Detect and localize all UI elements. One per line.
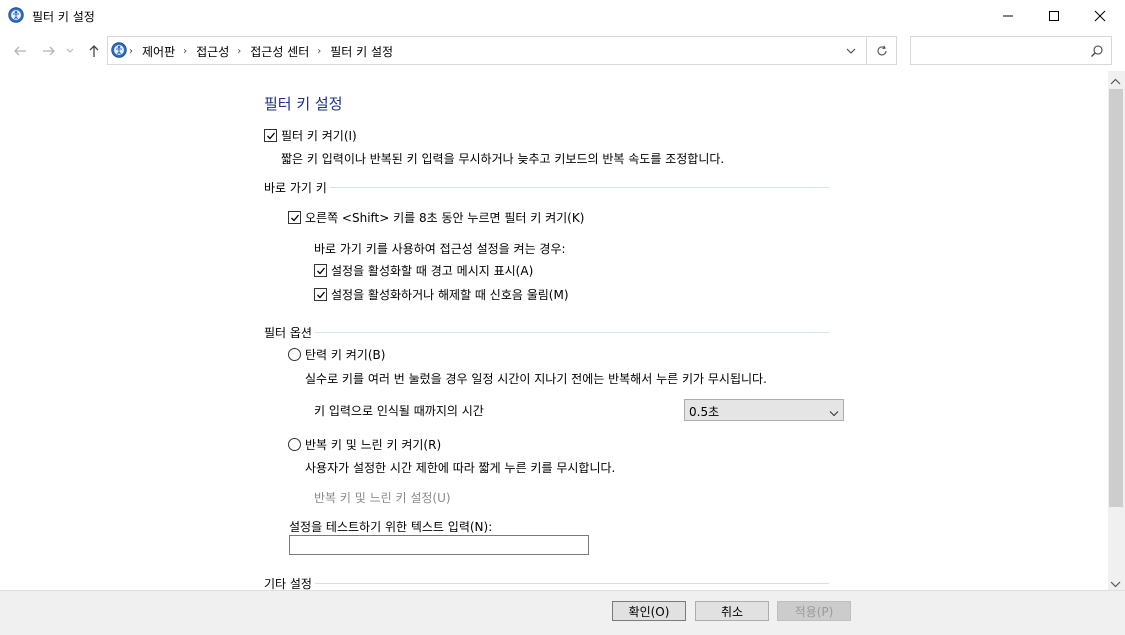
minimize-button[interactable] — [985, 0, 1031, 31]
bounce-keys-label[interactable]: 탄력 키 켜기(B) — [305, 346, 385, 363]
warning-message-label[interactable]: 설정을 활성화할 때 경고 메시지 표시(A) — [331, 262, 533, 279]
group-divider — [264, 187, 829, 188]
scrollbar-thumb[interactable] — [1109, 89, 1123, 507]
page-title: 필터 키 설정 — [264, 95, 343, 113]
accept-time-dropdown[interactable]: 0.5초 — [684, 399, 844, 421]
check-icon — [290, 214, 299, 221]
repeat-keys-description: 사용자가 설정한 시간 제한에 따라 짧게 누른 키를 무시합니다. — [305, 461, 616, 475]
filter-options-heading: 필터 옵션 — [264, 324, 315, 341]
repeat-keys-radio[interactable] — [288, 438, 301, 451]
back-arrow-icon — [14, 46, 26, 56]
maximize-button[interactable] — [1031, 0, 1077, 31]
title-bar — [0, 0, 1125, 31]
bounce-keys-description: 실수로 키를 여러 번 눌렀을 경우 일정 시간이 지나기 전에는 반복해서 누… — [305, 372, 767, 386]
warning-message-checkbox[interactable] — [314, 264, 327, 277]
repeat-keys-label[interactable]: 반복 키 및 느린 키 켜기(R) — [305, 436, 441, 453]
search-input[interactable] — [910, 36, 1112, 65]
scroll-up-icon[interactable] — [1110, 75, 1121, 89]
minimize-icon — [1003, 15, 1013, 16]
address-history-button[interactable] — [839, 36, 863, 65]
breadcrumb-item[interactable]: 필터 키 설정 — [330, 43, 393, 60]
breadcrumb-separator-icon[interactable]: › — [237, 46, 241, 57]
breadcrumb: › 제어판 › 접근성 › 접근성 센터 › 필터 키 설정 — [129, 43, 393, 60]
breadcrumb-separator-icon[interactable]: › — [317, 46, 321, 57]
cancel-button[interactable]: 취소 — [695, 601, 769, 621]
accept-time-value: 0.5초 — [689, 405, 720, 419]
shortcut-subheading: 바로 가기 키를 사용하여 접근성 설정을 켜는 경우: — [314, 242, 566, 256]
breadcrumb-separator-icon[interactable]: › — [129, 46, 133, 57]
refresh-icon — [877, 45, 887, 55]
search-icon[interactable] — [1090, 44, 1104, 58]
accept-time-label: 키 입력으로 인식될 때까지의 시간 — [314, 404, 484, 418]
breadcrumb-separator-icon[interactable]: › — [183, 46, 187, 57]
shift-shortcut-checkbox[interactable] — [288, 211, 301, 224]
close-button[interactable] — [1077, 0, 1123, 31]
close-icon — [1094, 10, 1106, 21]
repeat-keys-settings-link[interactable]: 반복 키 및 느린 키 설정(U) — [314, 489, 451, 506]
filter-keys-description: 짧은 키 입력이나 반복된 키 입력을 무시하거나 늦추고 키보드의 반복 속도… — [281, 152, 725, 166]
scroll-down-icon[interactable] — [1110, 577, 1121, 591]
forward-button[interactable] — [39, 41, 59, 61]
recent-locations-button[interactable] — [63, 41, 77, 61]
apply-button[interactable]: 적용(P) — [777, 601, 851, 621]
button-bar — [0, 590, 1125, 635]
chevron-down-icon — [66, 48, 74, 53]
breadcrumb-item[interactable]: 제어판 — [142, 43, 175, 60]
window-title: 필터 키 설정 — [32, 10, 95, 24]
sound-label[interactable]: 설정을 활성화하거나 해제할 때 신호음 울림(M) — [331, 286, 569, 303]
check-icon — [316, 267, 325, 274]
check-icon — [266, 132, 275, 139]
group-divider — [264, 583, 829, 584]
filter-keys-checkbox[interactable] — [264, 129, 277, 142]
control-panel-icon — [111, 42, 127, 58]
sound-checkbox[interactable] — [314, 288, 327, 301]
shortcut-group-heading: 바로 가기 키 — [264, 179, 330, 196]
bounce-keys-radio[interactable] — [288, 348, 301, 361]
breadcrumb-item[interactable]: 접근성 — [196, 43, 229, 60]
filter-keys-label[interactable]: 필터 키 켜기(I) — [281, 127, 357, 144]
test-text-input[interactable] — [289, 535, 589, 555]
maximize-icon — [1049, 10, 1059, 21]
ok-button[interactable]: 확인(O) — [612, 601, 686, 621]
up-arrow-icon — [89, 45, 99, 57]
refresh-button[interactable] — [866, 36, 897, 65]
forward-arrow-icon — [43, 46, 55, 56]
back-button[interactable] — [10, 41, 30, 61]
chevron-down-icon — [846, 48, 856, 54]
chevron-down-icon — [829, 406, 839, 420]
shift-shortcut-label[interactable]: 오른쪽 <Shift> 키를 8초 동안 누르면 필터 키 켜기(K) — [305, 209, 584, 226]
control-panel-icon — [8, 7, 24, 23]
up-button[interactable] — [84, 41, 104, 61]
group-divider — [264, 332, 829, 333]
breadcrumb-item[interactable]: 접근성 센터 — [250, 43, 309, 60]
test-input-label: 설정을 테스트하기 위한 텍스트 입력(N): — [289, 520, 493, 534]
check-icon — [316, 291, 325, 298]
